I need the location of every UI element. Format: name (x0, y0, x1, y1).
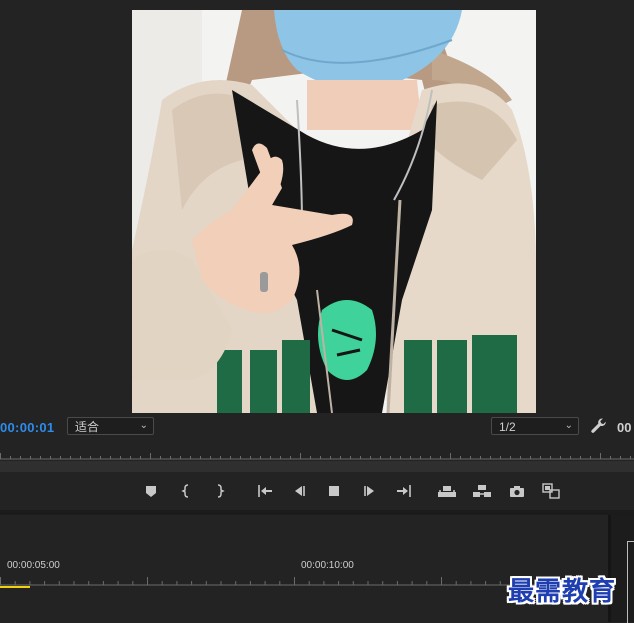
comparison-icon (542, 483, 560, 499)
extract-icon (473, 485, 491, 497)
watermark-text: 最需教育 (508, 577, 617, 607)
go-to-in-icon (258, 485, 272, 497)
comparison-view-button[interactable] (541, 481, 561, 501)
zoom-level-select[interactable]: 适合 ⌄ (67, 417, 154, 435)
playhead-timecode[interactable]: 00:00:01 (0, 420, 54, 435)
ruler-label: 00:00:05:00 (7, 560, 60, 571)
video-preview-frame[interactable] (132, 10, 536, 413)
sequence-duration-timecode: 00 (617, 420, 632, 435)
stop-button[interactable] (324, 481, 344, 501)
lift-button[interactable] (437, 481, 457, 501)
monitor-scrub-bar[interactable] (0, 461, 634, 472)
step-forward-icon (364, 486, 374, 496)
monitor-info-bar: 00:00:01 适合 ⌄ 1/2 ⌄ 00 (0, 413, 634, 441)
step-back-button[interactable] (289, 481, 309, 501)
mark-out-button[interactable] (209, 481, 229, 501)
mark-in-button[interactable] (177, 481, 197, 501)
playback-resolution-value: 1/2 (499, 420, 516, 434)
watermark-logo: 最需教育 (508, 571, 630, 611)
wrench-icon[interactable] (590, 417, 608, 435)
mark-out-icon (217, 484, 225, 498)
playback-resolution-select[interactable]: 1/2 ⌄ (491, 417, 579, 435)
add-marker-button[interactable] (141, 481, 161, 501)
marker-icon (146, 486, 156, 497)
step-forward-button[interactable] (360, 481, 380, 501)
go-to-in-button[interactable] (255, 481, 275, 501)
mark-in-icon (181, 484, 189, 498)
lift-icon (438, 486, 456, 497)
export-frame-button[interactable] (507, 481, 527, 501)
chevron-down-icon: ⌄ (139, 420, 148, 431)
go-to-out-icon (397, 485, 411, 497)
camera-icon (510, 486, 524, 497)
chevron-down-icon: ⌄ (564, 420, 573, 431)
video-frame-image (132, 10, 536, 413)
go-to-out-button[interactable] (394, 481, 414, 501)
program-monitor (0, 0, 634, 413)
monitor-time-ruler[interactable] (0, 441, 634, 461)
work-area-bar[interactable] (0, 586, 30, 588)
extract-button[interactable] (472, 481, 492, 501)
step-back-icon (295, 486, 305, 496)
stop-icon (329, 486, 339, 496)
ruler-label: 00:00:10:00 (301, 560, 354, 571)
transport-controls (0, 472, 634, 510)
zoom-level-value: 适合 (75, 420, 100, 434)
